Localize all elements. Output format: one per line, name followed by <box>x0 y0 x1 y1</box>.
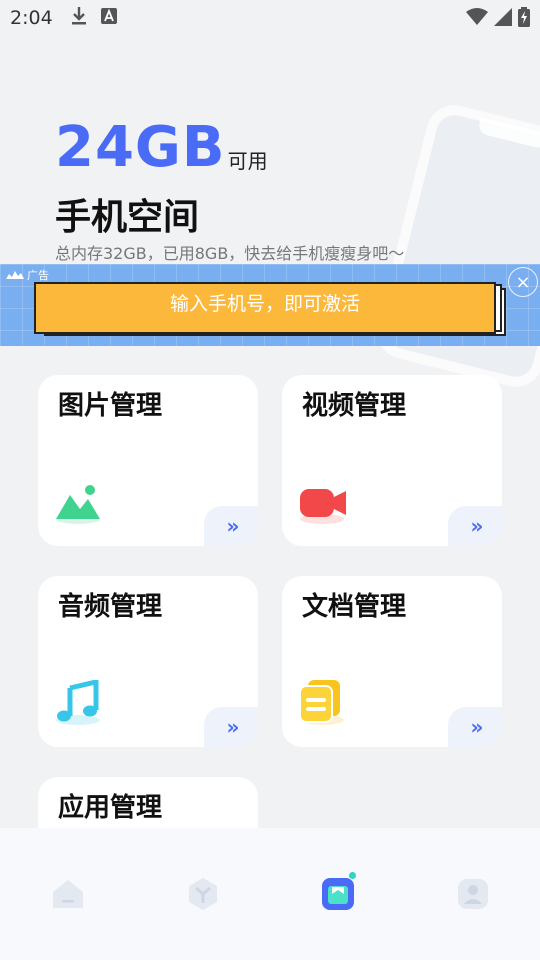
chevron-double-right-icon: » <box>226 514 240 538</box>
video-camera-icon <box>298 479 348 525</box>
card-document-manager[interactable]: 文档管理 » <box>282 576 502 747</box>
status-bar: 2:04 <box>0 0 540 36</box>
notification-dot <box>348 872 356 879</box>
picture-icon <box>54 479 104 525</box>
card-title: 应用管理 <box>58 793 163 823</box>
card-arrow-button[interactable]: » <box>448 707 502 747</box>
card-audio-manager[interactable]: 音频管理 » <box>38 576 258 747</box>
ad-close-button[interactable]: × <box>508 267 538 297</box>
card-video-manager[interactable]: 视频管理 » <box>282 375 502 546</box>
ad-activate-button[interactable]: 输入手机号，即可激活 <box>34 282 496 334</box>
home-icon <box>52 880 83 908</box>
file-manager-icon <box>321 878 354 910</box>
nav-home[interactable] <box>48 874 88 914</box>
nav-file-manager[interactable] <box>318 872 358 914</box>
page-title: 手机空间 <box>55 197 200 238</box>
ad-button-label: 输入手机号，即可激活 <box>169 293 360 315</box>
storage-unit: 可用 <box>227 149 268 173</box>
card-title: 音频管理 <box>58 592 163 622</box>
nav-profile[interactable] <box>453 874 493 914</box>
card-title: 文档管理 <box>302 592 407 622</box>
storage-hero: 24GB 可用 手机空间 总内存32GB，已用8GB，快去给手机瘦瘦身吧〜 <box>0 36 540 393</box>
card-arrow-button[interactable]: » <box>448 506 502 546</box>
chevron-double-right-icon: » <box>470 715 484 739</box>
storage-available: 24GB 可用 <box>55 118 268 178</box>
card-image-manager[interactable]: 图片管理 » <box>38 375 258 546</box>
ad-banner[interactable]: 广告 × 输入手机号，即可激活 <box>0 264 540 346</box>
storage-value: 24GB <box>55 115 226 180</box>
chevron-double-right-icon: » <box>470 514 484 538</box>
clean-icon <box>188 878 217 910</box>
chevron-double-right-icon: » <box>226 715 240 739</box>
ad-tag-text: 广告 <box>27 269 49 282</box>
card-title: 视频管理 <box>302 391 407 421</box>
card-arrow-button[interactable]: » <box>204 707 258 747</box>
battery-charging-icon <box>518 7 530 32</box>
document-icon <box>298 680 348 726</box>
status-time: 2:04 <box>10 7 53 29</box>
profile-icon <box>457 879 488 909</box>
music-note-icon <box>54 678 104 726</box>
wifi-icon <box>466 8 488 31</box>
close-icon: × <box>515 271 531 293</box>
card-arrow-button[interactable]: » <box>204 506 258 546</box>
ad-label: 广告 <box>6 267 49 283</box>
ad-logo-icon <box>6 271 24 279</box>
card-title: 图片管理 <box>58 391 163 421</box>
nav-clean[interactable] <box>183 874 223 914</box>
signal-icon <box>494 8 512 31</box>
bottom-nav <box>0 828 540 960</box>
download-icon <box>71 6 87 31</box>
a-text-icon <box>100 7 117 29</box>
storage-summary: 总内存32GB，已用8GB，快去给手机瘦瘦身吧〜 <box>55 244 405 263</box>
